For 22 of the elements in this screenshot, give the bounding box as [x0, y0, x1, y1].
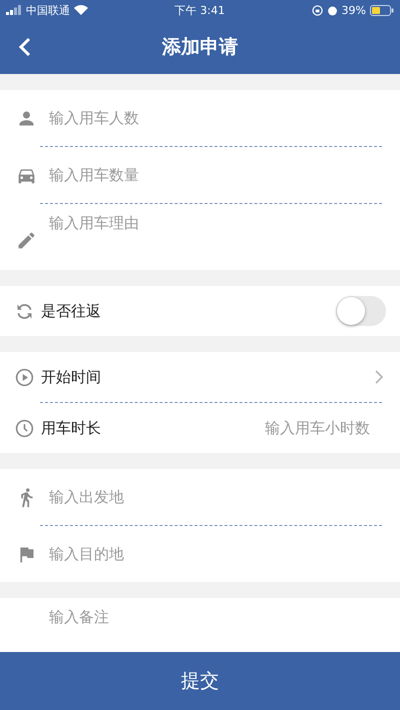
input-field[interactable]: 输入用车小时数 [220, 419, 370, 437]
input-field[interactable]: 输入目的地 [49, 545, 384, 563]
signal-icon [6, 5, 22, 15]
toggle-switch[interactable] [336, 296, 386, 326]
lock-rotation-icon [312, 4, 323, 16]
pencil-icon [16, 230, 37, 251]
page-title: 添加申请 [162, 35, 238, 60]
carrier-name: 中国联通 [26, 2, 70, 18]
clock-icon [14, 418, 35, 438]
battery-percent: 39% [342, 4, 366, 16]
text-area[interactable]: 输入用车理由 [49, 214, 384, 254]
input-field[interactable]: 输入用车人数 [49, 109, 384, 127]
wifi-icon [74, 5, 88, 15]
input-field[interactable]: 输入用车数量 [49, 166, 384, 184]
input-field[interactable]: 输入出发地 [49, 488, 384, 506]
submit-button[interactable]: 提交 [0, 652, 400, 710]
picker-label[interactable]: 开始时间 [41, 368, 372, 386]
status-time: 下午 3:41 [174, 2, 225, 18]
toggle-label: 是否往返 [41, 302, 102, 320]
play-icon [14, 366, 35, 388]
battery-icon [370, 4, 394, 16]
field-label: 用车时长 [41, 418, 102, 438]
